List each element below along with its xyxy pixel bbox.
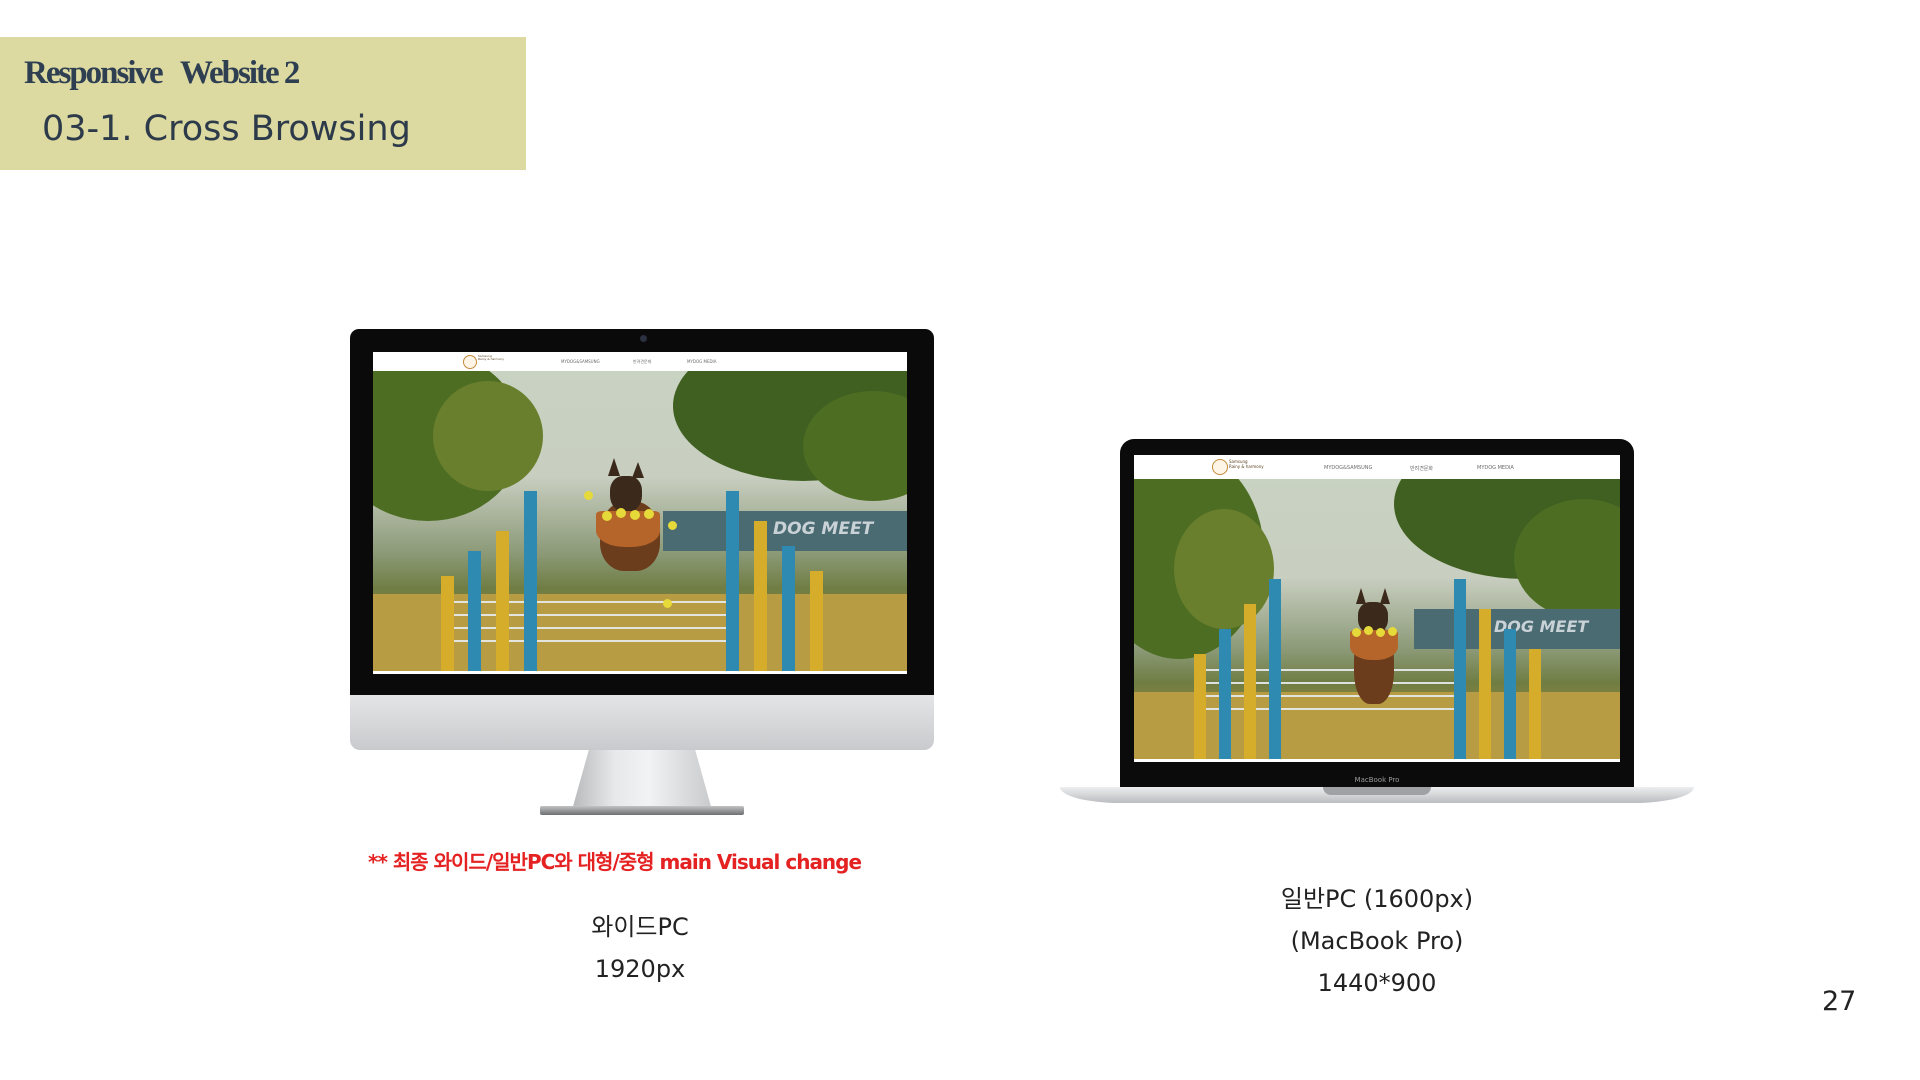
- tree-left-2: [433, 381, 543, 491]
- general-pc-caption: 일반PC (1600px) (MacBook Pro) 1440*900: [1255, 878, 1499, 1004]
- dog-ear: [632, 462, 644, 478]
- jump-post: [1479, 609, 1491, 762]
- jump-post: [1194, 654, 1206, 762]
- ball: [1364, 626, 1373, 635]
- ball: [1352, 628, 1361, 637]
- jump-post: [754, 521, 767, 674]
- jump-post: [1529, 649, 1541, 762]
- jump-post: [1454, 579, 1466, 762]
- title-band: Responsive Website 2 03-1. Cross Browsin…: [0, 37, 526, 170]
- dog-ear: [1356, 588, 1366, 604]
- nav-item-culture[interactable]: 반려견문화: [1410, 465, 1433, 472]
- ball: [616, 508, 626, 518]
- jump-bar: [443, 614, 737, 616]
- macbook-notch: [1323, 787, 1431, 795]
- dog-image: [584, 458, 678, 576]
- ball: [668, 521, 677, 530]
- site-footer-strip: [373, 671, 907, 674]
- jump-post: [524, 491, 537, 674]
- nav-item-mydog[interactable]: MYDOG&SAMSUNG: [561, 359, 600, 364]
- camera-icon: [640, 335, 647, 342]
- banner-text: DOG MEET: [773, 519, 874, 539]
- macbook-display: Samsung Rainy & harmony MYDOG&SAMSUNG 반려…: [1120, 439, 1634, 787]
- site-logo-text: Samsung Rainy & harmony: [478, 354, 504, 362]
- jump-post: [468, 551, 481, 674]
- caption-line: (MacBook Pro): [1290, 927, 1464, 955]
- jump-bar: [443, 640, 737, 642]
- site-logo-icon: [1212, 459, 1228, 475]
- dog-head: [610, 476, 642, 512]
- site-nav: Samsung Rainy & harmony MYDOG&SAMSUNG 반려…: [1134, 455, 1620, 480]
- jump-post: [1269, 579, 1281, 762]
- macbook-site-screenshot: Samsung Rainy & harmony MYDOG&SAMSUNG 반려…: [1134, 455, 1620, 762]
- imac-stand: [572, 750, 712, 810]
- jump-post: [1219, 629, 1231, 762]
- nav-item-media[interactable]: MYDOG MEDIA: [687, 359, 716, 364]
- imac-display: Samsung Rainy & harmony MYDOG&SAMSUNG 반려…: [350, 329, 934, 695]
- nav-item-mydog[interactable]: MYDOG&SAMSUNG: [1324, 465, 1372, 471]
- jump-post: [1244, 604, 1256, 762]
- jump-bar: [1194, 682, 1460, 684]
- site-logo-icon: [463, 355, 477, 369]
- dog-ear: [1380, 588, 1390, 604]
- caption-line: 1440*900: [1317, 969, 1437, 997]
- main-visual: DOG MEET: [1134, 479, 1620, 762]
- main-visual: DOG MEET: [373, 371, 907, 674]
- jump-post: [782, 546, 795, 674]
- jump-bar: [443, 627, 737, 629]
- tree-left-2: [1174, 509, 1274, 629]
- caption-line: 일반PC (1600px): [1280, 885, 1474, 913]
- jump-bar: [1194, 708, 1460, 710]
- ball: [584, 491, 593, 500]
- jump-bar: [1194, 669, 1460, 671]
- jump-post: [1504, 629, 1516, 762]
- macbook-label: MacBook Pro: [1354, 776, 1400, 784]
- change-note: ** 최종 와이드/일반PC와 대형/중형 main Visual change: [368, 850, 862, 874]
- ball: [1388, 627, 1397, 636]
- imac-chin: [350, 695, 934, 750]
- imac-base: [540, 806, 744, 815]
- site-footer-strip: [1134, 759, 1620, 762]
- logo-line-2: Rainy & harmony: [1229, 463, 1264, 469]
- jump-bar: [443, 601, 737, 603]
- nav-item-media[interactable]: MYDOG MEDIA: [1477, 465, 1514, 471]
- caption-line: 와이드PC: [591, 913, 689, 941]
- jump-post: [441, 576, 454, 674]
- page-number: 27: [1822, 986, 1857, 1017]
- site-logo-text: Samsung Rainy & harmony: [1229, 459, 1264, 469]
- ball: [1376, 628, 1385, 637]
- ball: [630, 510, 640, 520]
- jump-post: [726, 491, 739, 674]
- ball: [644, 509, 654, 519]
- slide-title: Responsive Website 2: [24, 55, 300, 91]
- dog-image: [1344, 588, 1404, 704]
- wide-pc-caption: 와이드PC 1920px: [520, 906, 760, 990]
- slide-subtitle: 03-1. Cross Browsing: [42, 109, 411, 149]
- caption-line: 1920px: [594, 955, 686, 983]
- dog-ear: [608, 458, 620, 476]
- site-nav: Samsung Rainy & harmony MYDOG&SAMSUNG 반려…: [373, 352, 907, 372]
- nav-item-culture[interactable]: 반려견문화: [633, 359, 651, 365]
- imac-site-screenshot: Samsung Rainy & harmony MYDOG&SAMSUNG 반려…: [373, 352, 907, 674]
- jump-post: [810, 571, 823, 674]
- ball: [602, 511, 612, 521]
- jump-post: [496, 531, 509, 674]
- ball: [663, 599, 672, 608]
- jump-bar: [1194, 695, 1460, 697]
- logo-line-2: Rainy & harmony: [478, 357, 504, 362]
